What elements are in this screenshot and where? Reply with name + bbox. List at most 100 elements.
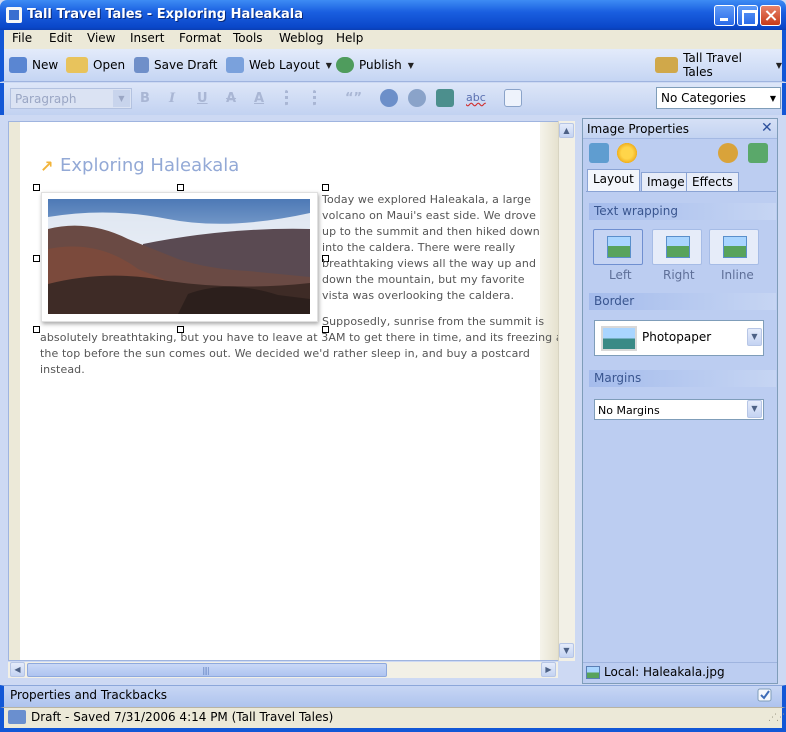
- bullet-list-icon[interactable]: [313, 89, 331, 107]
- draft-status-icon: [8, 710, 26, 724]
- insert-link-icon[interactable]: [380, 89, 398, 107]
- numbered-list-icon[interactable]: [285, 89, 303, 107]
- open-label: Open: [93, 58, 126, 72]
- close-button[interactable]: [760, 5, 781, 26]
- menu-format[interactable]: Format: [179, 31, 221, 45]
- wrap-left-label: Left: [609, 268, 632, 282]
- remove-link-icon[interactable]: [408, 89, 426, 107]
- resize-grip-icon[interactable]: ⋰⋰: [768, 713, 785, 723]
- local-file-label: Local: Haleakala.jpg: [604, 665, 725, 679]
- maximize-button[interactable]: [737, 5, 758, 26]
- web-layout-label: Web Layout: [249, 58, 320, 72]
- checkmark-icon[interactable]: [504, 89, 522, 107]
- resize-handle[interactable]: [33, 326, 40, 333]
- photopaper-thumbnail: [601, 326, 637, 351]
- wrap-right-icon: [666, 236, 690, 258]
- margins-value: No Margins: [598, 404, 660, 417]
- web-layout-button[interactable]: Web Layout ▼: [226, 55, 332, 75]
- scroll-down-icon[interactable]: ▼: [559, 643, 574, 658]
- haleakala-photo[interactable]: [48, 199, 310, 314]
- bold-button[interactable]: B: [140, 91, 150, 106]
- category-select[interactable]: No Categories ▼: [656, 87, 781, 109]
- menu-edit[interactable]: Edit: [49, 31, 72, 45]
- web-layout-icon: [226, 57, 244, 73]
- blog-selector[interactable]: Tall Travel Tales ▼: [655, 51, 782, 79]
- category-value: No Categories: [661, 91, 746, 105]
- menu-file[interactable]: File: [12, 31, 32, 45]
- status-text: Draft - Saved 7/31/2006 4:14 PM (Tall Tr…: [31, 710, 334, 724]
- rotate-icon[interactable]: [589, 143, 609, 163]
- body-text-line[interactable]: into the caldera. There were really: [322, 240, 515, 256]
- folder-icon: [66, 57, 88, 73]
- chevron-down-icon[interactable]: ▼: [747, 328, 762, 346]
- body-text-line[interactable]: absolutely breathtaking, but you have to…: [40, 330, 567, 346]
- brightness-icon[interactable]: [617, 143, 637, 163]
- undo-effects-icon[interactable]: [718, 143, 738, 163]
- chevron-down-icon: ▼: [775, 60, 782, 70]
- text-wrapping-heading: Text wrapping: [589, 203, 776, 220]
- margins-select[interactable]: No Margins: [594, 399, 764, 420]
- close-panel-icon[interactable]: ✕: [761, 120, 773, 136]
- border-heading: Border: [589, 293, 776, 310]
- wrap-inline-option[interactable]: [709, 229, 759, 265]
- image-file-icon: [586, 666, 600, 679]
- menu-view[interactable]: View: [87, 31, 115, 45]
- blockquote-button[interactable]: “”: [345, 91, 362, 106]
- blog-label: Tall Travel Tales: [683, 51, 742, 79]
- resize-handle[interactable]: [33, 184, 40, 191]
- body-text-line[interactable]: volcano on Maui's east side. We drove: [322, 208, 536, 224]
- wrap-inline-icon: [723, 236, 747, 258]
- body-text-line[interactable]: instead.: [40, 362, 85, 378]
- minimize-button[interactable]: [714, 5, 735, 26]
- wrap-right-option[interactable]: [652, 229, 702, 265]
- format-toolbar: Paragraph ▼ B I U A A “” abc No Categori…: [0, 83, 786, 115]
- properties-trackbacks-label: Properties and Trackbacks: [10, 688, 168, 702]
- wrap-left-icon: [607, 236, 631, 258]
- scroll-right-icon[interactable]: ▶: [541, 662, 556, 677]
- tab-underline: [586, 191, 776, 192]
- insert-image-icon[interactable]: [436, 89, 454, 107]
- body-text-line[interactable]: up to the summit and then hiked down: [322, 224, 540, 240]
- tab-layout[interactable]: Layout: [587, 169, 640, 192]
- menu-insert[interactable]: Insert: [130, 31, 164, 45]
- body-text-line[interactable]: down the mountain, but my favorite: [322, 272, 525, 288]
- menu-weblog[interactable]: Weblog: [279, 31, 323, 45]
- chevron-down-icon[interactable]: ▼: [747, 400, 762, 418]
- resize-handle[interactable]: [177, 184, 184, 191]
- arrow-icon: ↗: [40, 157, 54, 176]
- border-value: Photopaper: [642, 330, 712, 344]
- vertical-scrollbar[interactable]: ▲ ▼: [558, 121, 575, 661]
- panel-title: Image Properties: [587, 122, 690, 136]
- chevron-down-icon: ▼: [769, 94, 776, 103]
- save-draft-button[interactable]: Save Draft: [134, 55, 218, 75]
- scroll-left-icon[interactable]: ◀: [10, 662, 25, 677]
- menu-help[interactable]: Help: [336, 31, 363, 45]
- save-icon: [134, 57, 149, 73]
- resize-handle[interactable]: [33, 255, 40, 262]
- expand-icon[interactable]: [757, 688, 773, 703]
- body-text-line[interactable]: Supposedly, sunrise from the summit is: [322, 314, 544, 330]
- post-title[interactable]: Exploring Haleakala: [60, 155, 239, 176]
- menu-tools[interactable]: Tools: [233, 31, 263, 45]
- italic-button[interactable]: I: [169, 91, 175, 106]
- spell-check-button[interactable]: abc: [466, 91, 486, 104]
- font-color-button[interactable]: A: [254, 91, 264, 106]
- body-text-line[interactable]: breathtaking views all the way up and: [322, 256, 536, 272]
- paragraph-style-select[interactable]: Paragraph ▼: [10, 88, 132, 109]
- publish-button[interactable]: Publish ▼: [336, 55, 414, 75]
- body-text-line[interactable]: the top before the sun comes out. We dec…: [40, 346, 530, 362]
- app-icon[interactable]: [6, 7, 22, 23]
- open-button[interactable]: Open: [66, 55, 125, 75]
- new-button[interactable]: New: [9, 55, 58, 75]
- wrap-left-option[interactable]: [593, 229, 643, 265]
- underline-button[interactable]: U: [197, 91, 208, 106]
- resize-handle[interactable]: [322, 184, 329, 191]
- scroll-up-icon[interactable]: ▲: [559, 123, 574, 138]
- tab-image[interactable]: Image: [641, 172, 691, 192]
- body-text-line[interactable]: vista was overlooking the caldera.: [322, 288, 514, 304]
- strikethrough-button[interactable]: A: [226, 91, 236, 106]
- body-text-line[interactable]: Today we explored Haleakala, a large: [322, 192, 531, 208]
- save-image-icon[interactable]: [748, 143, 768, 163]
- grip-icon: ||||: [202, 666, 210, 675]
- tab-effects[interactable]: Effects: [686, 172, 739, 192]
